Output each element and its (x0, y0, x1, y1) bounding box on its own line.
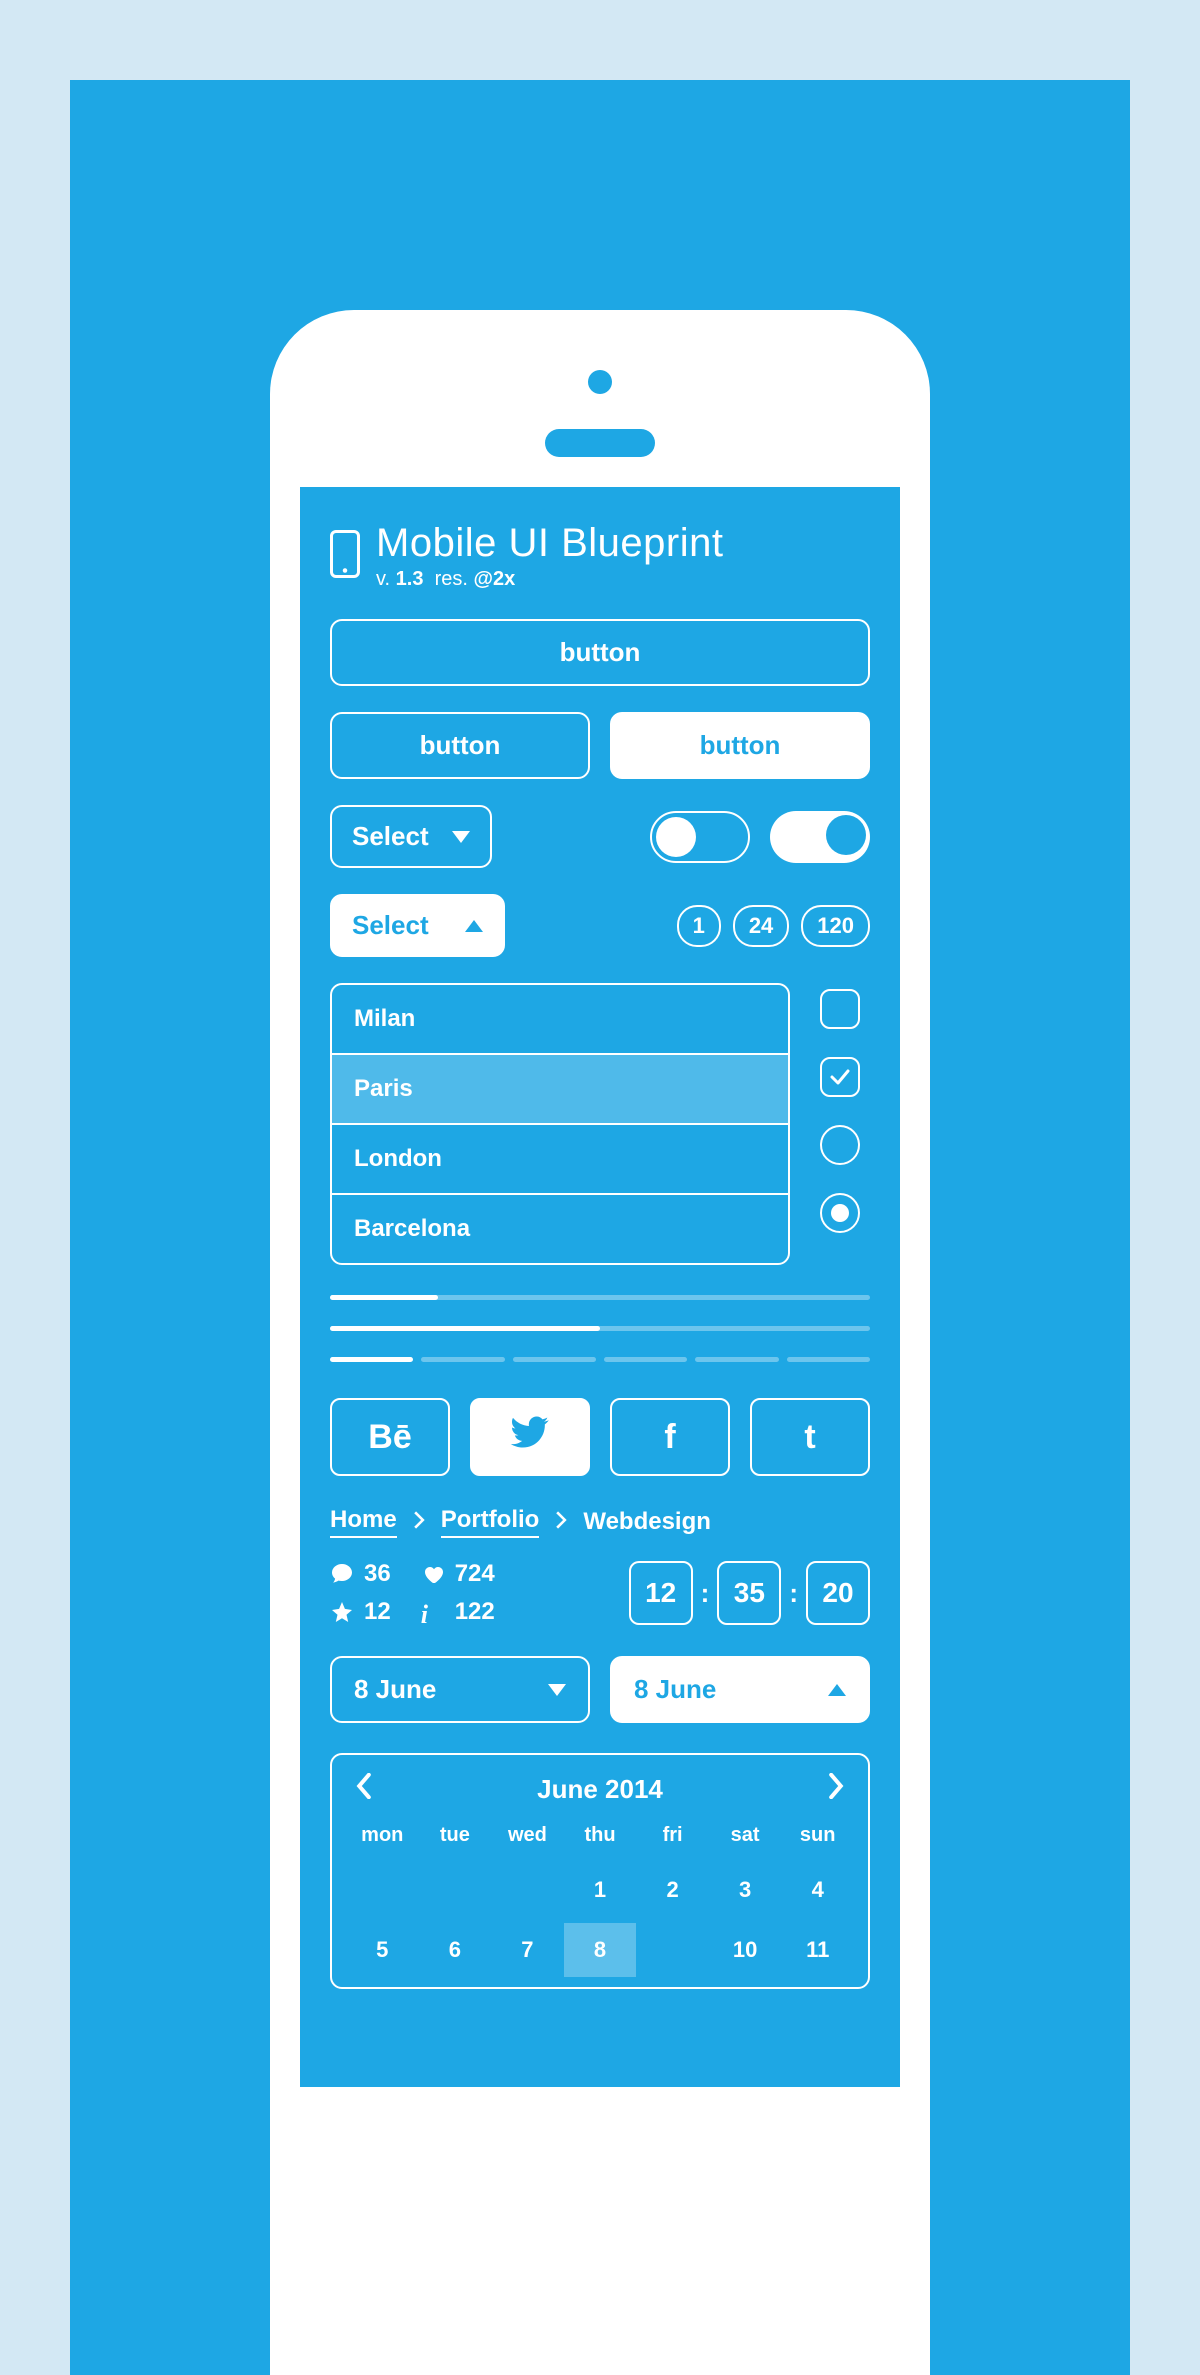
cal-day-blank (491, 1863, 564, 1917)
dow-thu: thu (564, 1824, 637, 1857)
dow-tue: tue (419, 1824, 492, 1857)
cal-day-6[interactable]: 6 (419, 1923, 492, 1977)
page-background: Mobile UI Blueprint v. 1.3 res. @2x butt… (0, 0, 1200, 2375)
calendar: June 2014 mon tue wed thu fri sat sun (330, 1753, 870, 1989)
date-label: 8 June (354, 1674, 436, 1705)
time-hours[interactable]: 12 (629, 1561, 693, 1625)
stat-comments: 36 (330, 1560, 391, 1588)
calendar-next[interactable] (828, 1773, 844, 1806)
cal-day-9[interactable] (636, 1923, 709, 1977)
count-badge-1: 1 (677, 905, 721, 947)
cal-day-8-selected[interactable]: 8 (564, 1923, 637, 1977)
dropdown-option-barcelona[interactable]: Barcelona (332, 1195, 788, 1263)
calendar-prev[interactable] (356, 1773, 372, 1806)
stats-block: 36 724 12 i 122 (330, 1560, 495, 1626)
blueprint-canvas: Mobile UI Blueprint v. 1.3 res. @2x butt… (70, 80, 1130, 2375)
toggle-on[interactable] (770, 811, 870, 863)
dow-mon: mon (346, 1824, 419, 1857)
radio-selected[interactable] (820, 1193, 860, 1233)
cal-day-5[interactable]: 5 (346, 1923, 419, 1977)
tumblr-button[interactable]: t (750, 1398, 870, 1476)
stat-stars: 12 (330, 1598, 391, 1626)
dropdown-options: Milan Paris London Barcelona (330, 983, 790, 1265)
heart-icon (421, 1562, 445, 1586)
progress-segmented[interactable] (330, 1357, 870, 1362)
phone-camera-dot (588, 370, 612, 394)
breadcrumb-home[interactable]: Home (330, 1506, 397, 1538)
star-icon (330, 1600, 354, 1624)
progress-bar-2[interactable] (330, 1326, 870, 1331)
chevron-up-icon (465, 920, 483, 932)
cal-day-11[interactable]: 11 (781, 1923, 854, 1977)
dow-wed: wed (491, 1824, 564, 1857)
twitter-button[interactable] (470, 1398, 590, 1476)
dow-fri: fri (636, 1824, 709, 1857)
info-icon: i (421, 1600, 445, 1624)
checkbox-unchecked[interactable] (820, 989, 860, 1029)
dow-sun: sun (781, 1824, 854, 1857)
checkbox-checked[interactable] (820, 1057, 860, 1097)
date-select-filled[interactable]: 8 June (610, 1656, 870, 1723)
secondary-button-outline[interactable]: button (330, 712, 590, 779)
dropdown-option-milan[interactable]: Milan (332, 985, 788, 1055)
phone-frame: Mobile UI Blueprint v. 1.3 res. @2x butt… (270, 310, 930, 2375)
phone-speaker-area (300, 340, 900, 487)
date-select-outline[interactable]: 8 June (330, 1656, 590, 1723)
toggle-off[interactable] (650, 811, 750, 863)
cal-day-10[interactable]: 10 (709, 1923, 782, 1977)
secondary-button-filled[interactable]: button (610, 712, 870, 779)
page-title: Mobile UI Blueprint (376, 521, 723, 566)
date-label: 8 June (634, 1674, 716, 1705)
stat-info: i 122 (421, 1598, 495, 1626)
breadcrumb-sep-icon (555, 1508, 567, 1536)
twitter-icon (510, 1416, 550, 1459)
breadcrumb: Home Portfolio Webdesign (330, 1506, 870, 1538)
time-display: 12 : 35 : 20 (629, 1561, 870, 1625)
cal-day-2[interactable]: 2 (636, 1863, 709, 1917)
cal-day-4[interactable]: 4 (781, 1863, 854, 1917)
chevron-up-icon (828, 1684, 846, 1696)
primary-button[interactable]: button (330, 619, 870, 686)
count-badge-2: 24 (733, 905, 789, 947)
select-open[interactable]: Select (330, 894, 505, 957)
calendar-month: June 2014 (537, 1774, 663, 1805)
time-seconds[interactable]: 20 (806, 1561, 870, 1625)
cal-day-blank (346, 1863, 419, 1917)
dropdown-option-paris[interactable]: Paris (332, 1055, 788, 1125)
page-subtitle: v. 1.3 res. @2x (376, 568, 723, 591)
behance-button[interactable]: Bē (330, 1398, 450, 1476)
time-minutes[interactable]: 35 (717, 1561, 781, 1625)
cal-day-7[interactable]: 7 (491, 1923, 564, 1977)
breadcrumb-current: Webdesign (583, 1508, 711, 1536)
header: Mobile UI Blueprint v. 1.3 res. @2x (330, 521, 870, 591)
radio-unselected[interactable] (820, 1125, 860, 1165)
phone-speaker-slit (545, 429, 655, 457)
dow-sat: sat (709, 1824, 782, 1857)
chevron-down-icon (452, 831, 470, 843)
stat-likes: 724 (421, 1560, 495, 1588)
progress-bar-1[interactable] (330, 1295, 870, 1300)
cal-day-1[interactable]: 1 (564, 1863, 637, 1917)
chevron-down-icon (548, 1684, 566, 1696)
select-open-label: Select (352, 910, 429, 941)
calendar-grid: mon tue wed thu fri sat sun 1 2 3 4 (346, 1824, 854, 1977)
select-label: Select (352, 821, 429, 852)
cal-day-3[interactable]: 3 (709, 1863, 782, 1917)
phone-screen: Mobile UI Blueprint v. 1.3 res. @2x butt… (300, 487, 900, 2087)
breadcrumb-portfolio[interactable]: Portfolio (441, 1506, 540, 1538)
count-badge-3: 120 (801, 905, 870, 947)
select-closed[interactable]: Select (330, 805, 492, 868)
dropdown-option-london[interactable]: London (332, 1125, 788, 1195)
progress-section (330, 1295, 870, 1362)
cal-day-blank (419, 1863, 492, 1917)
facebook-button[interactable]: f (610, 1398, 730, 1476)
comment-icon (330, 1562, 354, 1586)
phone-icon (330, 530, 360, 583)
breadcrumb-sep-icon (413, 1508, 425, 1536)
